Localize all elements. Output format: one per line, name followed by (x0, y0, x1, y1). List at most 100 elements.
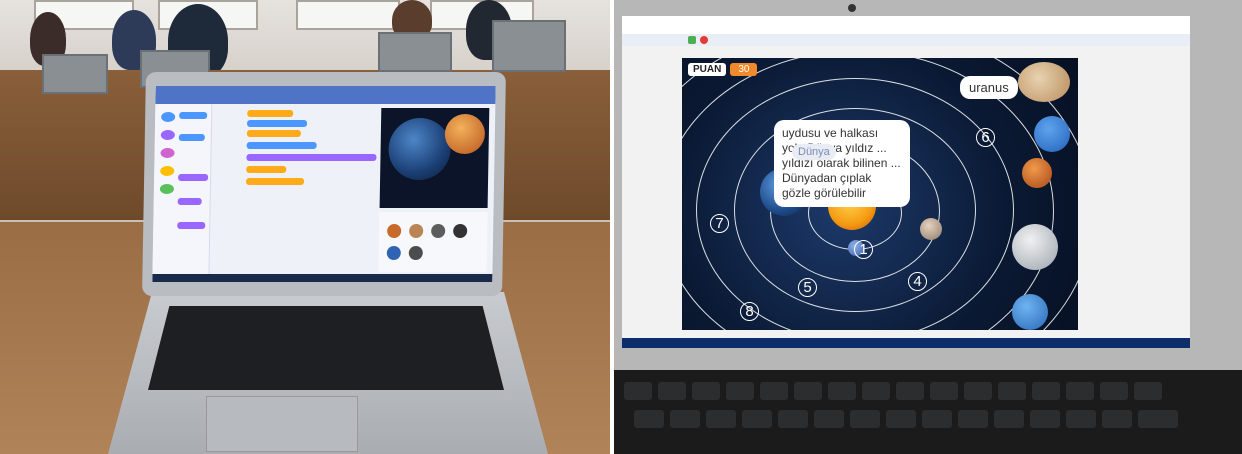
code-block (178, 134, 205, 141)
code-block (177, 198, 202, 205)
windows-taskbar (152, 274, 493, 282)
earth-planet (388, 118, 452, 180)
wall-window (296, 0, 400, 30)
photo-collage: 1 4 5 6 7 8 PUAN 30 uranus uydusu ve hal… (0, 0, 1242, 454)
planet (444, 114, 486, 154)
uranus-planet[interactable] (1012, 294, 1048, 330)
orbit-number: 6 (976, 128, 995, 147)
keyboard-key (896, 382, 924, 400)
category-dot (160, 166, 175, 176)
classroom-photo (0, 0, 610, 454)
keyboard-key (1102, 410, 1132, 428)
laptop-keyboard (614, 370, 1242, 454)
orbit-number: 5 (798, 278, 817, 297)
keyboard-key (994, 410, 1024, 428)
neptune-planet[interactable] (1034, 116, 1070, 152)
window-title-bar (622, 16, 1190, 35)
category-dot (159, 184, 174, 194)
keyboard-key (1138, 410, 1178, 428)
code-block (246, 166, 287, 173)
webcam (848, 4, 856, 12)
keyboard-key (742, 410, 772, 428)
stop-icon[interactable] (700, 36, 708, 44)
stage-preview (379, 108, 490, 208)
keyboard-key (886, 410, 916, 428)
orbit-number: 1 (854, 240, 873, 259)
keyboard-key (922, 410, 952, 428)
code-block (246, 120, 308, 127)
sprite-thumbnail[interactable] (408, 246, 423, 260)
laptop-screen: 1 4 5 6 7 8 PUAN 30 uranus uydusu ve hal… (622, 16, 1190, 348)
category-dot (161, 112, 176, 122)
keyboard-key (964, 382, 992, 400)
planet[interactable] (920, 218, 942, 240)
keyboard-key (1134, 382, 1162, 400)
code-block (246, 130, 301, 137)
orbit-number: 4 (908, 272, 927, 291)
keyboard-key (794, 382, 822, 400)
keyboard-key (658, 382, 686, 400)
laptop-keyboard (148, 306, 504, 390)
sprite-thumbnail[interactable] (387, 224, 402, 238)
orbit-number: 8 (740, 302, 759, 321)
green-flag-icon[interactable] (688, 36, 696, 44)
keyboard-key (1100, 382, 1128, 400)
keyboard-key (862, 382, 890, 400)
keyboard-key (670, 410, 700, 428)
laptop-bezel: 1 4 5 6 7 8 PUAN 30 uranus uydusu ve hal… (614, 0, 1242, 454)
code-block (247, 110, 294, 117)
code-block (178, 174, 209, 181)
score-label: PUAN (688, 62, 727, 76)
student-laptop (142, 72, 506, 296)
sprite-thumbnail[interactable] (431, 224, 446, 238)
laptop-touchpad (206, 396, 358, 452)
game-photo: 1 4 5 6 7 8 PUAN 30 uranus uydusu ve hal… (614, 0, 1242, 454)
editor-menu-bar (155, 86, 496, 104)
keyboard-key (1066, 410, 1096, 428)
keyboard-key (692, 382, 720, 400)
keyboard-key (706, 410, 736, 428)
keyboard-key (958, 410, 988, 428)
score-value: 30 (730, 62, 758, 76)
laptop-screen (152, 86, 496, 282)
background-laptop (378, 32, 452, 72)
keyboard-key (760, 382, 788, 400)
code-block (246, 142, 317, 149)
keyboard-key (814, 410, 844, 428)
orbit-number: 7 (710, 214, 729, 233)
earth-label: Dünya (792, 144, 836, 160)
keyboard-key (624, 382, 652, 400)
code-block (179, 112, 208, 119)
code-block (246, 154, 377, 161)
keyboard-key (930, 382, 958, 400)
uranus-speech-bubble: uranus (960, 76, 1018, 99)
keyboard-key (998, 382, 1026, 400)
category-dot (160, 148, 175, 158)
keyboard-key (1066, 382, 1094, 400)
keyboard-key (828, 382, 856, 400)
sprite-thumbnail[interactable] (386, 246, 401, 260)
category-dot (160, 130, 175, 140)
keyboard-key (850, 410, 880, 428)
keyboard-key (778, 410, 808, 428)
player-toolbar (622, 34, 1190, 46)
jupiter-planet[interactable] (1018, 62, 1070, 102)
block-palette (152, 104, 213, 274)
windows-taskbar (622, 338, 1190, 348)
background-laptop (492, 20, 566, 72)
keyboard-key (1032, 382, 1060, 400)
code-block (177, 222, 206, 229)
background-laptop (42, 54, 108, 94)
sprite-thumbnail[interactable] (453, 224, 468, 238)
game-stage: 1 4 5 6 7 8 PUAN 30 uranus uydusu ve hal… (682, 58, 1078, 330)
info-speech-bubble: uydusu ve halkası yok. Dünya yıldız ... … (774, 120, 910, 207)
saturn-planet[interactable] (1012, 224, 1058, 270)
keyboard-key (1030, 410, 1060, 428)
sprite-panel (378, 212, 488, 272)
keyboard-key (634, 410, 664, 428)
score-display: PUAN 30 (688, 62, 758, 76)
mars-planet[interactable] (1022, 158, 1052, 188)
keyboard-key (726, 382, 754, 400)
code-block (245, 178, 305, 185)
sprite-thumbnail[interactable] (409, 224, 424, 238)
